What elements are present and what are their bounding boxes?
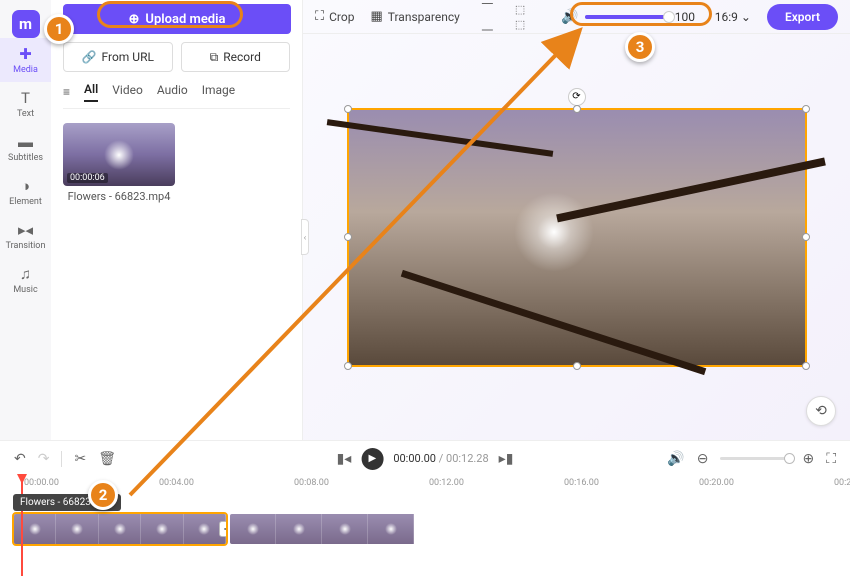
- preview-canvas: ‹ ⟳ ⟲: [303, 34, 850, 440]
- media-tabs: ≡ All Video Audio Image: [63, 82, 290, 109]
- plus-circle-icon: ⊕: [129, 12, 140, 27]
- nav-element[interactable]: ◑ Element: [0, 170, 51, 214]
- ruler-mark: 00:20.00: [699, 478, 734, 488]
- zoom-out-button[interactable]: ⊖: [697, 451, 709, 467]
- fit-button[interactable]: ⛶: [826, 451, 836, 467]
- tab-video[interactable]: Video: [112, 83, 143, 101]
- redo-button[interactable]: ↷: [38, 451, 50, 467]
- record-button[interactable]: ⧉Record: [181, 42, 291, 72]
- rotate-handle[interactable]: ⟳: [568, 88, 586, 106]
- transition-icon: ▸◂: [18, 221, 33, 239]
- nav-label: Music: [13, 285, 37, 295]
- resize-handle[interactable]: [802, 105, 810, 113]
- annotation-step-3: 3: [625, 32, 655, 62]
- zoom-slider[interactable]: [720, 457, 790, 460]
- layer-up-icon[interactable]: ⬚: [515, 3, 525, 16]
- tab-image[interactable]: Image: [202, 83, 235, 101]
- tab-all[interactable]: All: [84, 82, 98, 102]
- thumbnail-name: Flowers - 66823.mp4: [63, 190, 175, 203]
- resize-handle[interactable]: [344, 362, 352, 370]
- timeline: 00:00.00 00:04.00 00:08.00 00:12.00 00:1…: [0, 476, 850, 576]
- prev-frame-button[interactable]: ▮◂: [337, 451, 352, 467]
- chevron-down-icon: ⌄: [741, 10, 751, 24]
- clip-toolbar: ⛶Crop ▦Transparency ⎺ ⎽ ⬚ ⬚ 🔊 100 16:9⌄ …: [303, 0, 850, 34]
- ruler-mark: 00:00.00: [24, 478, 59, 488]
- resize-handle[interactable]: [802, 233, 810, 241]
- record-icon: ⧉: [210, 50, 219, 65]
- resize-handle[interactable]: [802, 362, 810, 370]
- annotation-step-1: 1: [44, 14, 74, 44]
- volume-slider[interactable]: [585, 15, 669, 19]
- layer-down-icon[interactable]: ⬚: [515, 18, 525, 31]
- upload-label: Upload media: [145, 12, 225, 27]
- nav-music[interactable]: ♫ Music: [0, 258, 51, 302]
- ruler-mark: 00:2: [834, 478, 850, 488]
- annotation-step-2: 2: [88, 480, 118, 510]
- playhead[interactable]: [21, 476, 23, 576]
- cut-button[interactable]: ✂: [74, 451, 86, 467]
- media-panel: ⊕ Upload media 🔗From URL ⧉Record ≡ All V…: [51, 0, 303, 440]
- subtitles-icon: ▬: [18, 133, 33, 151]
- time-ruler[interactable]: 00:00.00 00:04.00 00:08.00 00:12.00 00:1…: [14, 476, 836, 494]
- media-thumbnail[interactable]: 00:00:06 Flowers - 66823.mp4: [63, 123, 175, 203]
- video-track: +: [14, 514, 430, 544]
- timeline-clip[interactable]: [230, 514, 430, 544]
- sidebar: m ✚ Media T Text ▬ Subtitles ◑ Element ▸◂ Tra…: [0, 0, 51, 440]
- speaker-icon[interactable]: 🔊: [561, 9, 578, 25]
- resize-handle[interactable]: [573, 362, 581, 370]
- nav-subtitles[interactable]: ▬ Subtitles: [0, 126, 51, 170]
- timeline-clip[interactable]: +: [14, 514, 226, 544]
- ruler-mark: 00:08.00: [294, 478, 329, 488]
- nav-transition[interactable]: ▸◂ Transition: [0, 214, 51, 258]
- thumbnail-image: 00:00:06: [63, 123, 175, 186]
- element-icon: ◑: [21, 177, 30, 195]
- ruler-mark: 00:12.00: [429, 478, 464, 488]
- align-top-icon[interactable]: ⎺: [482, 2, 493, 16]
- nav-label: Transition: [6, 241, 46, 251]
- align-bottom-icon[interactable]: ⎽: [482, 18, 493, 32]
- add-transition-button[interactable]: +: [219, 521, 226, 537]
- panel-collapse-handle[interactable]: ‹: [301, 219, 309, 255]
- mute-button[interactable]: 🔊: [667, 451, 684, 467]
- playback-bar: ↶ ↷ ✂ 🗑 ▮◂ ▶ 00:00.00 / 00:12.28 ▸▮ 🔊 ⊖ …: [0, 440, 850, 476]
- delete-button[interactable]: 🗑: [98, 451, 116, 467]
- export-button[interactable]: Export: [767, 4, 838, 30]
- crop-button[interactable]: ⛶Crop: [315, 9, 354, 24]
- editor-area: ⛶Crop ▦Transparency ⎺ ⎽ ⬚ ⬚ 🔊 100 16:9⌄ …: [303, 0, 850, 440]
- plus-icon: ✚: [19, 45, 32, 63]
- text-icon: T: [21, 89, 30, 107]
- nav-label: Element: [9, 197, 42, 207]
- resize-handle[interactable]: [573, 105, 581, 113]
- timecode: 00:00.00 / 00:12.28: [393, 452, 488, 465]
- nav-label: Media: [13, 65, 38, 75]
- next-frame-button[interactable]: ▸▮: [499, 451, 514, 467]
- volume-value: 100: [675, 10, 699, 24]
- app-logo: m: [0, 4, 51, 38]
- crop-icon: ⛶: [315, 9, 324, 24]
- from-url-button[interactable]: 🔗From URL: [63, 42, 173, 72]
- zoom-in-button[interactable]: ⊕: [802, 451, 814, 467]
- nav-media[interactable]: ✚ Media: [0, 38, 51, 82]
- reset-view-button[interactable]: ⟲: [806, 396, 836, 426]
- play-button[interactable]: ▶: [361, 448, 383, 470]
- transparency-icon: ▦: [370, 9, 382, 24]
- link-icon: 🔗: [82, 50, 97, 64]
- tab-audio[interactable]: Audio: [157, 83, 188, 101]
- transparency-button[interactable]: ▦Transparency: [370, 9, 459, 24]
- nav-label: Text: [17, 109, 34, 119]
- undo-button[interactable]: ↶: [14, 451, 26, 467]
- nav-text[interactable]: T Text: [0, 82, 51, 126]
- grid-icon: ≡: [63, 85, 70, 99]
- resize-handle[interactable]: [344, 233, 352, 241]
- nav-label: Subtitles: [8, 153, 43, 163]
- upload-media-button[interactable]: ⊕ Upload media: [63, 4, 291, 34]
- thumbnail-duration: 00:00:06: [67, 173, 108, 183]
- resize-handle[interactable]: [344, 105, 352, 113]
- ruler-mark: 00:04.00: [159, 478, 194, 488]
- volume-control: 🔊 100: [561, 9, 698, 25]
- video-preview[interactable]: ⟳: [347, 108, 807, 367]
- ruler-mark: 00:16.00: [564, 478, 599, 488]
- music-icon: ♫: [20, 265, 31, 283]
- aspect-ratio-select[interactable]: 16:9⌄: [715, 10, 751, 24]
